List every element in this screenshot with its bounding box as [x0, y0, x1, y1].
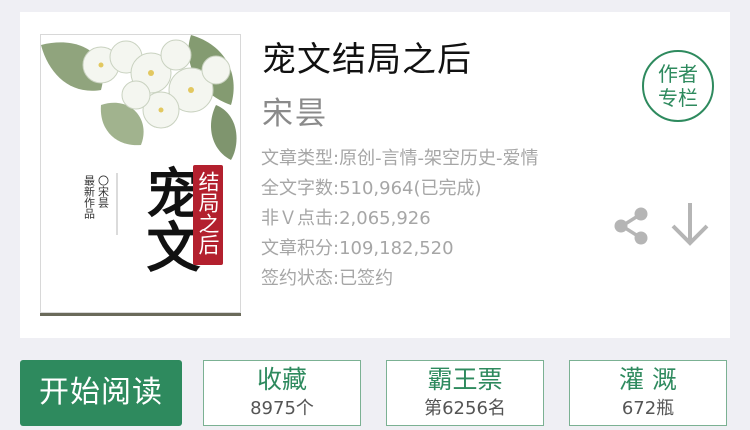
book-cover-image[interactable]: 〇宋昙 最新作品 宠文 结局之后	[40, 34, 241, 313]
irrigate-label: 灌 溉	[619, 365, 677, 394]
overlord-ticket-button[interactable]: 霸王票 第6256名	[386, 360, 544, 426]
cover-artwork: 〇宋昙 最新作品 宠文 结局之后	[41, 35, 240, 312]
author-column-button[interactable]: 作者 专栏	[642, 50, 714, 122]
book-info-card: 〇宋昙 最新作品 宠文 结局之后 宠文结局之后 宋昙 文章类型:原创-言情-架空…	[20, 12, 730, 338]
favorite-label: 收藏	[256, 365, 307, 394]
author-name[interactable]: 宋昙	[262, 88, 328, 133]
overlord-ticket-rank: 第6256名	[424, 398, 506, 419]
meta-score: 文章积分:109,182,520	[261, 238, 454, 259]
book-meta-list: 文章类型:原创-言情-架空历史-爱情 全文字数:510,964(已完成) 非Ｖ点…	[261, 144, 539, 294]
svg-text:最新作品: 最新作品	[83, 175, 96, 219]
svg-text:〇宋昙: 〇宋昙	[97, 175, 110, 209]
cover-title-calligraphy: 宠文	[137, 165, 201, 273]
favorite-button[interactable]: 收藏 8975个	[203, 360, 361, 426]
favorite-count: 8975个	[250, 398, 314, 419]
meta-word-count: 全文字数:510,964(已完成)	[261, 178, 482, 199]
meta-contract-status: 签约状态:已签约	[261, 268, 394, 289]
irrigate-button[interactable]: 灌 溉 672瓶	[569, 360, 727, 426]
author-column-label-1: 作者	[658, 62, 698, 86]
author-column-label-2: 专栏	[658, 86, 698, 110]
book-title: 宠文结局之后	[262, 40, 472, 80]
meta-genre: 文章类型:原创-言情-架空历史-爱情	[261, 148, 539, 169]
start-reading-button[interactable]: 开始阅读	[20, 360, 182, 426]
overlord-ticket-label: 霸王票	[427, 365, 503, 394]
share-icon[interactable]	[610, 205, 652, 247]
cover-title-seal: 结局之后	[196, 171, 220, 255]
download-arrow-icon[interactable]	[668, 200, 712, 248]
irrigate-count: 672瓶	[621, 398, 675, 419]
meta-clicks: 非Ｖ点击:2,065,926	[261, 208, 431, 229]
